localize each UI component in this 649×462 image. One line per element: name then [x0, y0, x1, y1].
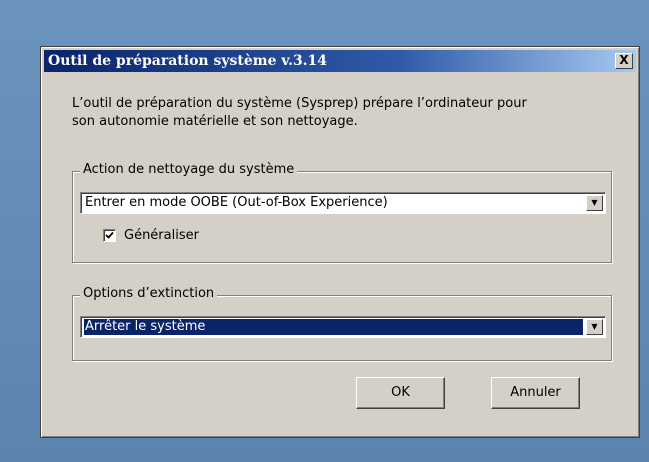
ok-button[interactable]: OK	[356, 377, 445, 409]
shutdown-options-dropdown-button[interactable]: ▼	[586, 319, 603, 335]
generalize-checkbox[interactable]	[103, 228, 116, 242]
chevron-down-icon: ▼	[591, 322, 598, 331]
title-bar[interactable]: Outil de préparation système v.3.14 X	[44, 50, 636, 72]
generalize-option[interactable]: Généraliser	[103, 226, 199, 244]
shutdown-options-value: Arrêter le système	[84, 319, 583, 335]
cleanup-action-legend: Action de nettoyage du système	[80, 162, 298, 177]
dialog-title: Outil de préparation système v.3.14	[48, 53, 328, 69]
cleanup-action-value: Entrer en mode OOBE (Out-of-Box Experien…	[85, 195, 388, 210]
cancel-button[interactable]: Annuler	[491, 377, 580, 409]
cleanup-action-group: Action de nettoyage du système Entrer en…	[72, 162, 612, 263]
checkmark-icon	[105, 231, 114, 239]
generalize-label[interactable]: Généraliser	[124, 228, 199, 243]
sysprep-dialog: Outil de préparation système v.3.14 X L’…	[40, 46, 640, 438]
chevron-down-icon: ▼	[591, 198, 598, 207]
shutdown-options-group: Options d’extinction Arrêter le système …	[72, 286, 612, 361]
close-button[interactable]: X	[615, 53, 633, 69]
shutdown-options-select[interactable]: Arrêter le système ▼	[80, 316, 606, 338]
cleanup-action-select[interactable]: Entrer en mode OOBE (Out-of-Box Experien…	[80, 192, 606, 214]
description-line-2: son autonomie matérielle et son nettoyag…	[72, 114, 358, 129]
cleanup-action-dropdown-button[interactable]: ▼	[586, 195, 603, 211]
close-icon: X	[619, 53, 629, 67]
description-line-1: L’outil de préparation du système (Syspr…	[72, 96, 527, 111]
shutdown-options-legend: Options d’extinction	[80, 286, 218, 301]
description-text: L’outil de préparation du système (Syspr…	[72, 95, 612, 131]
